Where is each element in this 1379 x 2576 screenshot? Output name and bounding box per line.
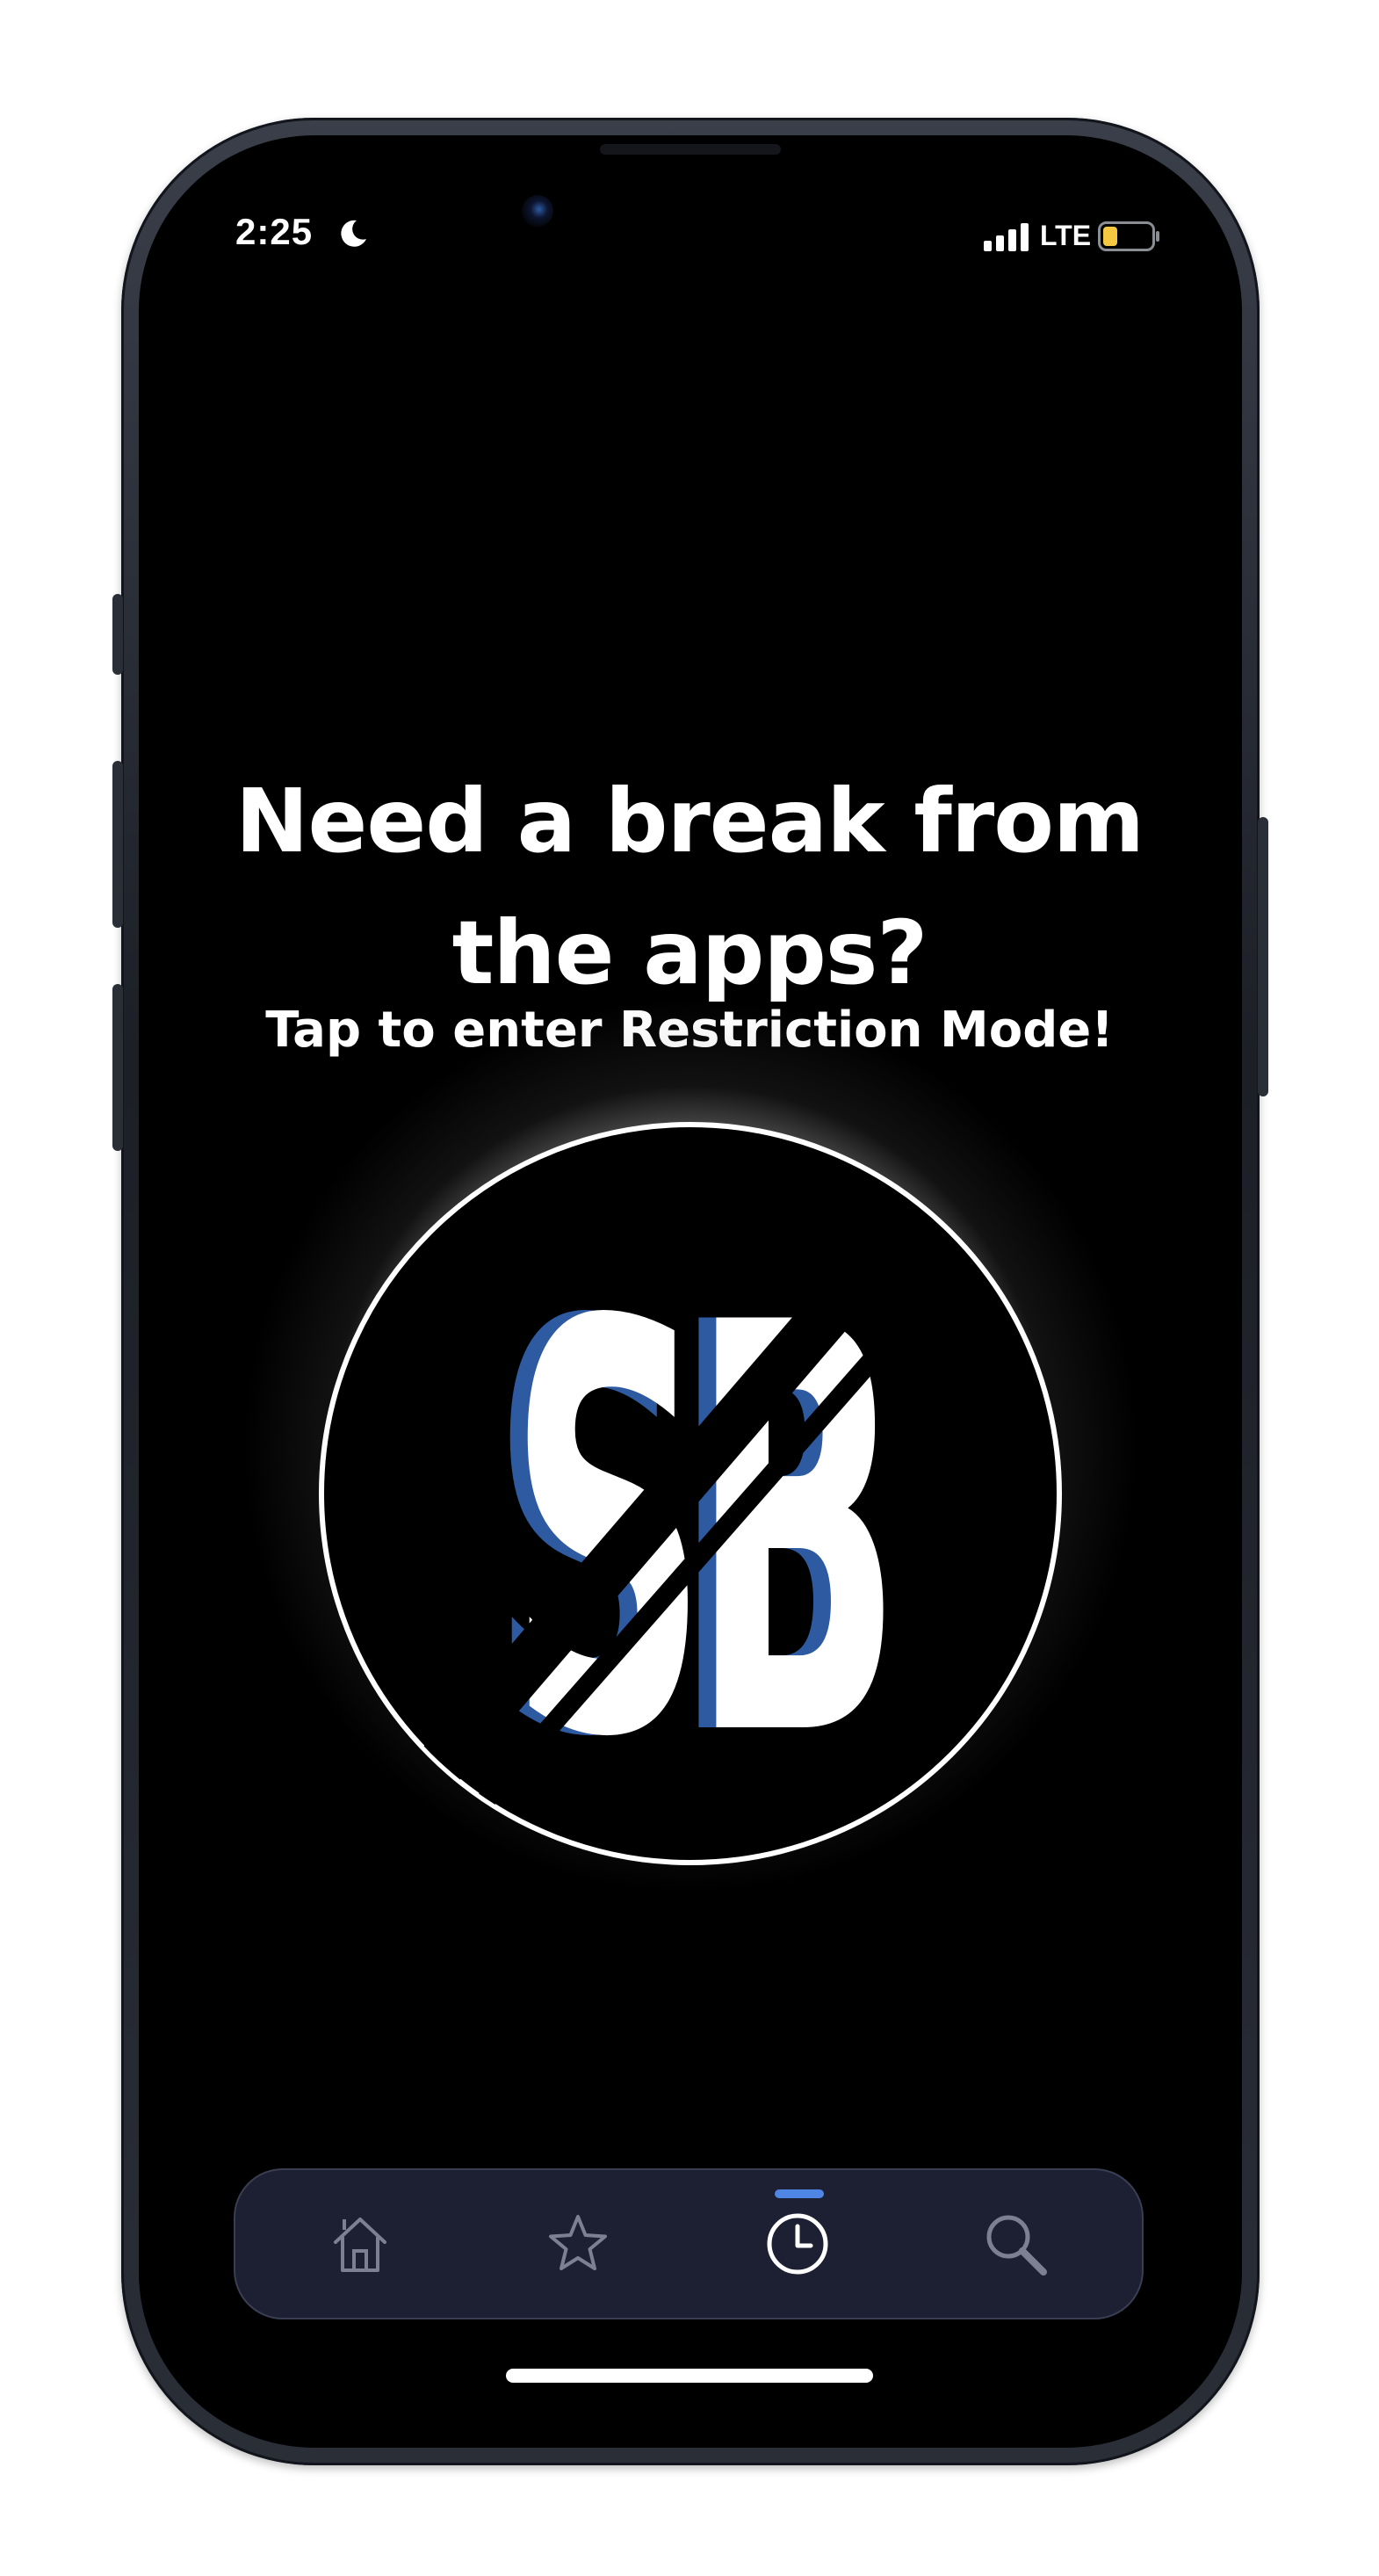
moon-icon <box>341 220 366 247</box>
speaker-grille <box>600 144 781 155</box>
power-button <box>1258 817 1268 1096</box>
star-icon <box>549 2215 607 2270</box>
active-tab-indicator <box>775 2189 824 2198</box>
tab-favorites[interactable] <box>508 2170 648 2318</box>
volume-up-button <box>112 761 123 928</box>
mute-switch <box>112 594 123 675</box>
home-icon <box>334 2218 386 2272</box>
sb-restriction-logo-icon: SB SB <box>319 1122 1062 1865</box>
battery-icon <box>1098 221 1159 251</box>
volume-down-button <box>112 984 123 1151</box>
network-label: LTE <box>1040 220 1092 251</box>
restriction-mode-button[interactable]: SB SB <box>318 1121 1063 1866</box>
home-indicator[interactable] <box>506 2369 873 2383</box>
front-camera <box>522 195 553 227</box>
search-icon <box>986 2215 1047 2276</box>
tab-bar <box>234 2168 1144 2319</box>
tab-search[interactable] <box>945 2170 1086 2318</box>
clock-icon <box>767 2213 828 2275</box>
signal-bars-icon <box>984 223 1029 251</box>
status-time: 2:25 <box>235 211 314 252</box>
tab-home[interactable] <box>290 2170 430 2318</box>
